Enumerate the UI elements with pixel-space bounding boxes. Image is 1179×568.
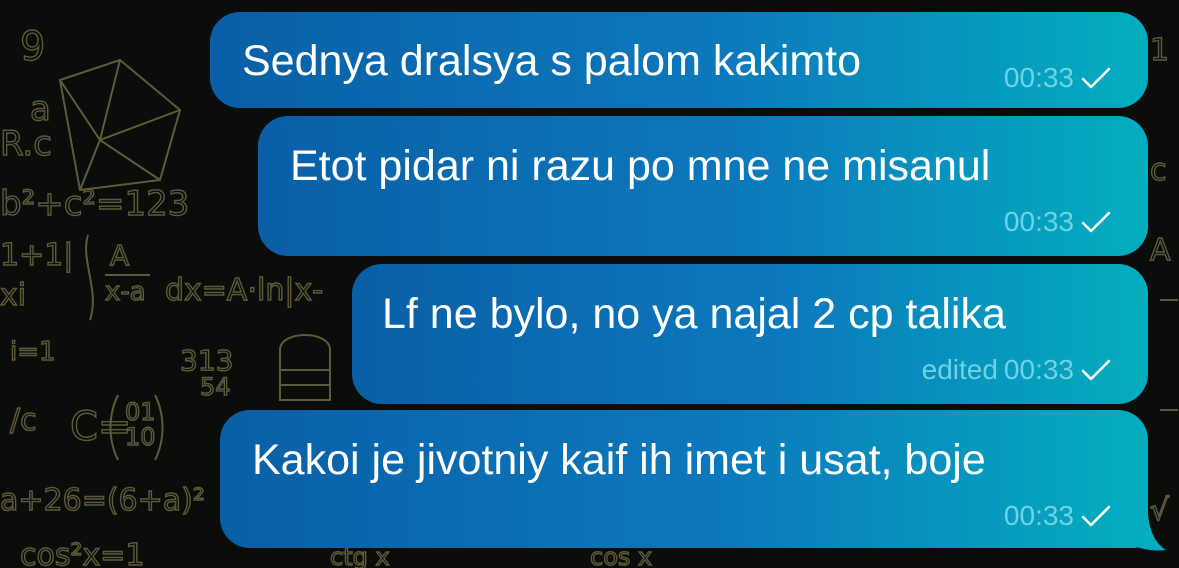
svg-text:i=1: i=1: [10, 337, 56, 367]
message-meta: 00:33: [1004, 62, 1112, 94]
svg-text:a+26=(6+a)²: a+26=(6+a)²: [0, 483, 205, 518]
message-bubble-3[interactable]: Lf ne bylo, no ya najal 2 cp talika edit…: [352, 264, 1148, 404]
svg-text:cos²x=1: cos²x=1: [20, 538, 144, 568]
edited-label: edited: [921, 354, 998, 385]
svg-text:54: 54: [200, 373, 231, 401]
message-time: 00:33: [1003, 354, 1074, 385]
svg-text:1+1|: 1+1|: [0, 238, 73, 273]
svg-text:9: 9: [20, 24, 45, 70]
svg-text:A: A: [110, 239, 129, 272]
svg-text:01: 01: [125, 398, 156, 426]
svg-text:dx=A·ln|x-: dx=A·ln|x-: [165, 273, 323, 308]
message-bubble-4[interactable]: Kakoi je jivotniy kaif ih imet i usat, b…: [220, 410, 1148, 548]
message-text: Sednya dralsya s palom kakimto: [242, 37, 862, 85]
svg-text:c: c: [1150, 153, 1167, 188]
message-meta: edited 00:33: [922, 354, 1112, 386]
svg-text:C=: C=: [70, 404, 131, 450]
message-text: Etot pidar ni razu po mne ne misanul: [290, 142, 991, 190]
single-check-icon: [1081, 505, 1111, 527]
message-time: 00:33: [1003, 206, 1074, 237]
svg-text:/c: /c: [10, 403, 37, 438]
svg-text:1: 1: [1150, 33, 1169, 68]
svg-text:A: A: [1150, 233, 1171, 268]
svg-text:b²+c²=123: b²+c²=123: [0, 184, 189, 224]
svg-text:10: 10: [125, 423, 156, 451]
message-text: Lf ne bylo, no ya najal 2 cp talika: [382, 290, 1006, 338]
message-text: Kakoi je jivotniy kaif ih imet i usat, b…: [252, 436, 986, 484]
single-check-icon: [1081, 359, 1111, 381]
svg-text:a: a: [30, 89, 51, 129]
svg-text:xi: xi: [0, 278, 26, 313]
message-time: 00:33: [1003, 62, 1074, 93]
message-meta: 00:33: [1004, 500, 1112, 532]
single-check-icon: [1081, 211, 1111, 233]
message-meta: 00:33: [1004, 206, 1112, 238]
message-bubble-2[interactable]: Etot pidar ni razu po mne ne misanul 00:…: [258, 116, 1148, 256]
message-time: 00:33: [1003, 500, 1074, 531]
svg-text:x-a: x-a: [105, 277, 146, 307]
svg-text:R.c: R.c: [0, 124, 52, 164]
message-bubble-1[interactable]: Sednya dralsya s palom kakimto 00:33: [210, 12, 1148, 108]
single-check-icon: [1081, 67, 1111, 89]
